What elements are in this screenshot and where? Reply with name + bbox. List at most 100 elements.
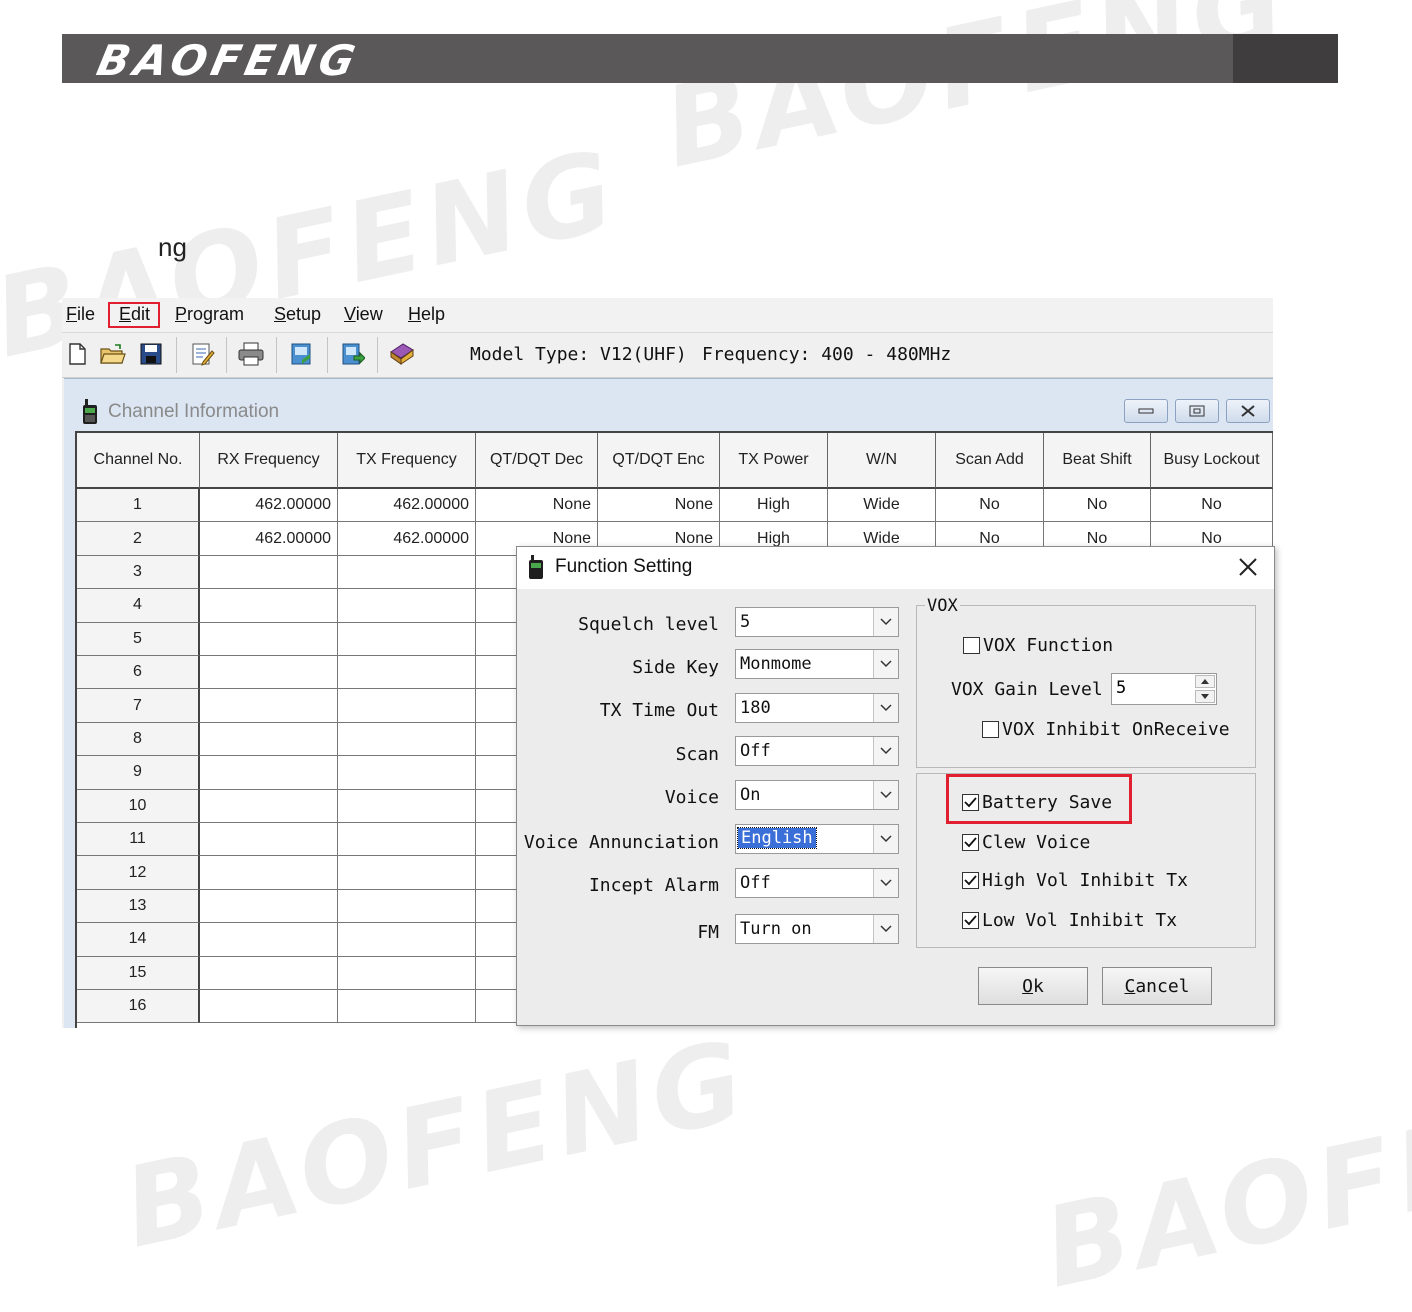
battery-save-checkbox[interactable]: Battery Save <box>962 792 1112 813</box>
table-cell[interactable] <box>338 856 476 890</box>
channel-number-cell[interactable]: 10 <box>77 789 200 823</box>
table-cell[interactable]: 462.00000 <box>200 522 338 556</box>
fm-select[interactable]: Turn on <box>735 914 899 944</box>
channel-number-cell[interactable]: 6 <box>77 656 200 690</box>
spinner-down-icon[interactable] <box>1195 690 1215 703</box>
channel-number-cell[interactable]: 15 <box>77 956 200 990</box>
new-file-icon[interactable] <box>64 341 90 367</box>
edit-document-icon[interactable] <box>190 341 216 367</box>
table-cell[interactable] <box>200 856 338 890</box>
column-header[interactable]: W/N <box>828 433 936 489</box>
table-cell[interactable] <box>200 656 338 690</box>
channel-number-cell[interactable]: 11 <box>77 823 200 857</box>
table-cell[interactable] <box>200 622 338 656</box>
table-cell[interactable] <box>200 756 338 790</box>
channel-number-cell[interactable]: 14 <box>77 923 200 957</box>
minimize-button[interactable] <box>1124 399 1168 423</box>
channel-number-cell[interactable]: 3 <box>77 555 200 590</box>
column-header[interactable]: TX Power <box>720 433 828 489</box>
scan-select[interactable]: Off <box>735 736 899 766</box>
table-cell[interactable] <box>200 555 338 590</box>
table-cell[interactable]: 462.00000 <box>200 489 338 523</box>
column-header[interactable]: Beat Shift <box>1044 433 1151 489</box>
spinner-up-icon[interactable] <box>1195 675 1215 688</box>
column-header[interactable]: Channel No. <box>77 433 200 489</box>
squelch-level-select[interactable]: 5 <box>735 607 899 637</box>
read-from-radio-icon[interactable] <box>289 341 315 367</box>
vox-inhibit-onreceive-checkbox[interactable]: VOX Inhibit OnReceive <box>982 719 1230 740</box>
channel-number-cell[interactable]: 1 <box>77 489 200 523</box>
clew-voice-checkbox[interactable]: Clew Voice <box>962 832 1090 853</box>
table-cell[interactable] <box>200 889 338 924</box>
voice-select[interactable]: On <box>735 780 899 810</box>
table-cell[interactable]: Wide <box>828 489 936 523</box>
side-key-select[interactable]: Monmome <box>735 649 899 679</box>
save-icon[interactable] <box>138 341 164 367</box>
table-cell[interactable] <box>200 689 338 723</box>
close-window-button[interactable] <box>1226 399 1270 423</box>
column-header[interactable]: TX Frequency <box>338 433 476 489</box>
table-cell[interactable] <box>338 990 476 1024</box>
channel-number-cell[interactable]: 4 <box>77 589 200 623</box>
table-cell[interactable] <box>338 889 476 924</box>
table-cell[interactable] <box>200 956 338 990</box>
column-header[interactable]: RX Frequency <box>200 433 338 489</box>
channel-number-cell[interactable]: 8 <box>77 722 200 757</box>
table-cell[interactable] <box>338 622 476 656</box>
table-cell[interactable]: None <box>598 489 720 523</box>
cancel-button[interactable]: Cancel <box>1102 967 1212 1005</box>
table-cell[interactable] <box>338 823 476 857</box>
channel-number-cell[interactable]: 7 <box>77 689 200 723</box>
column-header[interactable]: Scan Add <box>936 433 1044 489</box>
tx-time-out-select[interactable]: 180 <box>735 693 899 723</box>
incept-alarm-select[interactable]: Off <box>735 868 899 898</box>
column-header[interactable]: QT/DQT Dec <box>476 433 598 489</box>
table-cell[interactable] <box>338 722 476 757</box>
table-cell[interactable] <box>338 555 476 590</box>
high-vol-inhibit-tx-checkbox[interactable]: High Vol Inhibit Tx <box>962 870 1188 891</box>
ok-button[interactable]: Ok <box>978 967 1088 1005</box>
table-cell[interactable] <box>200 990 338 1024</box>
restore-button[interactable] <box>1175 399 1219 423</box>
open-folder-icon[interactable] <box>100 341 126 367</box>
table-cell[interactable]: None <box>476 489 598 523</box>
table-cell[interactable] <box>200 789 338 823</box>
channel-number-cell[interactable]: 2 <box>77 522 200 556</box>
table-cell[interactable] <box>338 589 476 623</box>
table-cell[interactable]: No <box>1044 489 1151 523</box>
help-book-icon[interactable] <box>389 341 415 367</box>
table-cell[interactable]: 462.00000 <box>338 522 476 556</box>
menu-program[interactable]: Program <box>175 304 244 325</box>
table-cell[interactable] <box>338 656 476 690</box>
table-cell[interactable] <box>200 722 338 757</box>
table-cell[interactable] <box>338 956 476 990</box>
low-vol-inhibit-tx-checkbox[interactable]: Low Vol Inhibit Tx <box>962 910 1177 931</box>
menu-file[interactable]: File <box>66 304 95 325</box>
table-cell[interactable] <box>338 756 476 790</box>
column-header[interactable]: Busy Lockout <box>1151 433 1273 489</box>
table-cell[interactable]: 462.00000 <box>338 489 476 523</box>
vox-gain-level-spinner[interactable]: 5 <box>1111 673 1217 705</box>
column-header[interactable]: QT/DQT Enc <box>598 433 720 489</box>
table-cell[interactable]: No <box>1151 489 1273 523</box>
close-icon[interactable] <box>1234 553 1262 581</box>
channel-number-cell[interactable]: 12 <box>77 856 200 890</box>
table-cell[interactable] <box>338 923 476 957</box>
table-cell[interactable] <box>200 589 338 623</box>
menu-view[interactable]: View <box>344 304 383 325</box>
menu-setup[interactable]: Setup <box>274 304 321 325</box>
table-cell[interactable]: No <box>936 489 1044 523</box>
voice-annunciation-select[interactable]: English <box>735 824 899 854</box>
table-cell[interactable] <box>338 789 476 823</box>
print-icon[interactable] <box>238 341 264 367</box>
channel-number-cell[interactable]: 13 <box>77 889 200 924</box>
vox-function-checkbox[interactable]: VOX Function <box>963 635 1113 656</box>
channel-number-cell[interactable]: 16 <box>77 990 200 1024</box>
menu-help[interactable]: Help <box>408 304 445 325</box>
channel-number-cell[interactable]: 5 <box>77 622 200 656</box>
write-to-radio-icon[interactable] <box>340 341 366 367</box>
table-cell[interactable] <box>200 923 338 957</box>
table-cell[interactable] <box>338 689 476 723</box>
channel-number-cell[interactable]: 9 <box>77 756 200 790</box>
table-cell[interactable]: High <box>720 489 828 523</box>
